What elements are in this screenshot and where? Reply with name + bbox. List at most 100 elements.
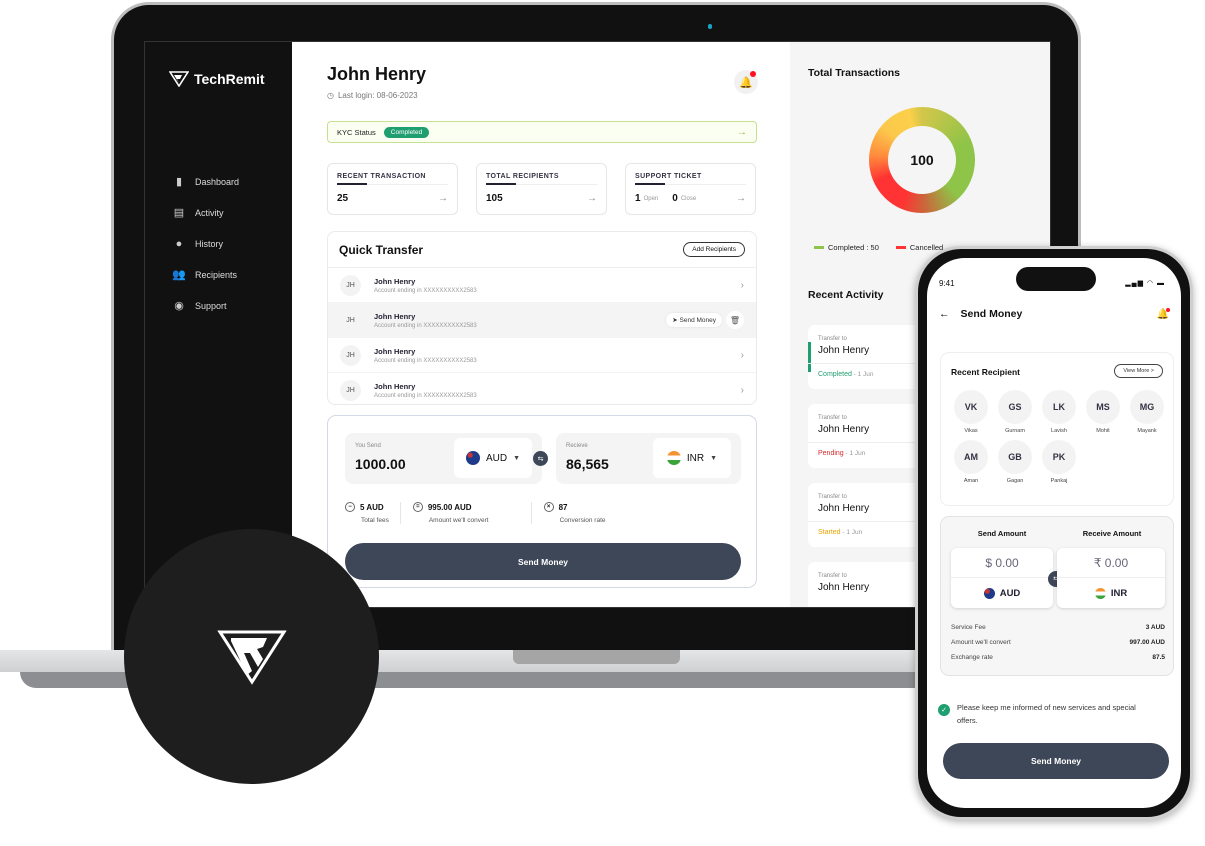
quick-transfer-card: Quick Transfer Add Recipients JH John He…	[327, 231, 757, 405]
last-login-text: Last login: 08-06-2023	[337, 91, 418, 100]
avatar: GB	[998, 440, 1032, 474]
recipient-name: Lavish	[1051, 428, 1067, 434]
fee-label: Amount we'll convert	[428, 517, 489, 524]
recipient-name: Aman	[963, 478, 979, 484]
receive-amount-label: Receive Amount	[1082, 529, 1142, 538]
stat-support-ticket[interactable]: SUPPORT TICKET 1 Open 0 Close →	[625, 163, 756, 215]
list-item[interactable]: JH John Henry Account ending in XXXXXXXXX…	[328, 268, 756, 303]
sidebar-nav: ▮ Dashboard ▤ Activity ● History 👥 Recipient…	[172, 166, 239, 321]
notification-button[interactable]: 🔔	[1157, 307, 1170, 320]
recipient-name: John Henry	[374, 382, 416, 391]
receive-amount-field[interactable]: ₹ 0.00 INR	[1057, 548, 1165, 608]
chart-legend: Completed : 50 Cancelled	[814, 243, 943, 252]
service-fee-row: Service Fee 3 AUD	[951, 624, 1165, 631]
recipient-item[interactable]: AM Aman	[949, 440, 993, 484]
fee-label: Conversion rate	[559, 517, 606, 524]
recipient-name: John Henry	[374, 346, 416, 356]
stat-divider	[337, 183, 448, 185]
check-icon[interactable]: ✓	[938, 704, 950, 716]
open-label: Open	[643, 195, 659, 202]
receive-amount-box[interactable]: Recieve 86,565 INR ▼	[556, 433, 741, 484]
arrow-right-icon: →	[438, 193, 448, 204]
clock-icon: ●	[175, 237, 183, 250]
view-more-button[interactable]: View More >	[1114, 364, 1163, 378]
amount-card: Send Amount Receive Amount $ 0.00 AUD ⇆ …	[940, 516, 1174, 676]
sidebar-item-history[interactable]: ● History	[173, 228, 239, 259]
brand-logo[interactable]: TechRemit	[169, 71, 265, 87]
swap-icon: ⇆	[537, 455, 544, 463]
activity-status: Pending - 1 Jun	[818, 450, 865, 457]
kyc-status-bar[interactable]: KYC Status Completed →	[327, 121, 757, 143]
activity-status: Started - 1 Jun	[818, 529, 862, 536]
brand-name: TechRemit	[194, 71, 265, 87]
send-money-button[interactable]: ➤ Send Money	[666, 313, 722, 327]
clock-icon: ◷	[327, 91, 334, 100]
swap-button[interactable]: ⇆	[533, 451, 548, 466]
sidebar-item-label: Activity	[195, 207, 224, 218]
avatar: PK	[1042, 440, 1076, 474]
close-label: Close	[680, 195, 697, 202]
sidebar: TechRemit ▮ Dashboard ▤ Activity ● History …	[145, 42, 292, 607]
list-item[interactable]: JH John Henry Account ending in XXXXXXXXX…	[328, 373, 756, 404]
receive-currency-select[interactable]: INR	[1057, 578, 1165, 608]
avatar: AM	[954, 440, 988, 474]
conversion-rate: × 87 Conversion rate	[543, 502, 617, 524]
stat-total-recipients[interactable]: TOTAL RECIPIENTS 105 →	[476, 163, 607, 215]
recipient-item[interactable]: GS Gurnam	[993, 390, 1037, 434]
sidebar-item-support[interactable]: ◉ Support	[173, 290, 239, 321]
list-item[interactable]: JH John Henry Account ending in XXXXXXXXX…	[328, 303, 756, 338]
status-icons: ▂▄▆ ◠ ▬	[1125, 280, 1165, 287]
list-item[interactable]: JH John Henry Account ending in XXXXXXXXX…	[328, 338, 756, 373]
notification-button[interactable]: 🔔	[734, 70, 758, 94]
caret-down-icon: ▼	[513, 454, 521, 462]
currency-code: AUD	[485, 452, 508, 464]
recipient-item[interactable]: MS Mohit	[1081, 390, 1125, 434]
logo-disc	[124, 529, 379, 784]
add-recipients-button[interactable]: Add Recipients	[683, 242, 745, 257]
send-money-button[interactable]: Send Money	[345, 543, 741, 580]
stat-divider	[486, 183, 597, 185]
row-label: Amount we'll convert	[951, 639, 1011, 646]
recipient-item[interactable]: GB Gagan	[993, 440, 1037, 484]
send-amount-input[interactable]: 1000.00	[355, 456, 406, 472]
recipient-item[interactable]: MG Mayank	[1125, 390, 1169, 434]
back-arrow-icon[interactable]: ←	[939, 308, 950, 320]
send-currency-select[interactable]: AUD	[951, 578, 1053, 608]
send-icon: ➤	[672, 317, 680, 324]
send-amount-box[interactable]: You Send 1000.00 AUD ▼	[345, 433, 542, 484]
avatar: JH	[346, 316, 355, 324]
account-info: Account ending in XXXXXXXXXX2583	[374, 322, 477, 329]
receive-amount-input[interactable]: 86,565	[566, 456, 609, 472]
caret-down-icon: ▼	[710, 454, 718, 462]
account-info: Account ending in XXXXXXXXXX2583	[374, 393, 477, 399]
avatar: JH	[340, 344, 361, 366]
open-count: 1	[635, 193, 641, 204]
techremit-logo-icon	[169, 71, 189, 87]
recipient-item[interactable]: PK Pankaj	[1037, 440, 1081, 484]
camera-dot	[708, 24, 712, 29]
activity-subtitle: Transfer to	[818, 336, 847, 342]
stat-recent-transaction[interactable]: RECENT TRANSACTION 25 →	[327, 163, 458, 215]
sidebar-item-recipients[interactable]: 👥 Recipients	[172, 259, 239, 290]
receive-currency-select[interactable]: INR ▼	[653, 438, 731, 478]
send-money-button[interactable]: Send Money	[943, 743, 1169, 779]
close-count: 0	[672, 193, 678, 204]
recipient-name: Pankaj	[1050, 478, 1068, 484]
send-amount-field[interactable]: $ 0.00 AUD	[951, 548, 1053, 608]
sidebar-item-dashboard[interactable]: ▮ Dashboard	[173, 166, 239, 197]
transactions-donut-chart: 100	[869, 107, 975, 213]
active-indicator	[808, 342, 811, 372]
recipient-item[interactable]: LK Lavish	[1037, 390, 1081, 434]
consent-checkbox[interactable]: ✓ Please keep me informed of new service…	[938, 701, 1158, 727]
sidebar-item-activity[interactable]: ▤ Activity	[173, 197, 239, 228]
trash-icon: 🗑	[729, 315, 741, 325]
notification-dot	[750, 71, 756, 77]
recipient-item[interactable]: VK Vikas	[949, 390, 993, 434]
recipient-name: John Henry	[374, 276, 416, 286]
send-currency-select[interactable]: AUD ▼	[454, 438, 532, 478]
receive-amount-input[interactable]: ₹ 0.00	[1057, 548, 1165, 578]
main-panel: John Henry ◷ Last login: 08-06-2023 🔔 KYC…	[292, 42, 790, 607]
send-amount-input[interactable]: $ 0.00	[951, 548, 1053, 578]
donut-total: 100	[888, 126, 956, 194]
delete-button[interactable]: 🗑	[726, 311, 744, 329]
